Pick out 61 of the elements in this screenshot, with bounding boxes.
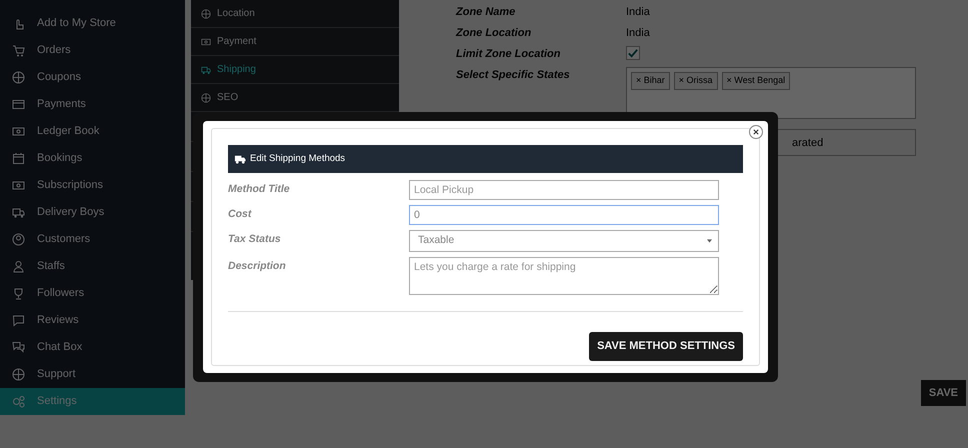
field-label: Zone Name [456,5,516,20]
caret-icon [707,239,712,243]
field-label: Select Specific States [456,68,571,83]
save-button[interactable]: SAVE [920,380,966,406]
settings-menu-item[interactable]: Location [191,0,399,28]
truck-icon [201,64,211,74]
globe-icon [12,368,25,381]
calendar-icon [12,152,25,165]
sidebar-item[interactable]: Settings [0,388,185,415]
banknote-icon [12,179,25,192]
field-label: Zone Location [456,26,532,41]
field-value: India [626,5,650,20]
field-value: India [626,26,650,41]
globe-icon [201,92,211,102]
text-field[interactable]: Local Pickup [409,180,719,200]
sidebar-item[interactable]: Support [0,361,185,388]
sidebar-item[interactable]: Reviews [0,307,185,334]
sidebar-item[interactable]: Followers [0,280,185,307]
sidebar-item[interactable]: Staffs [0,253,185,280]
sidebar-item[interactable]: Bookings [0,145,185,172]
truck-icon [234,153,246,165]
select-field[interactable]: Taxable [409,230,719,252]
modal-title: Edit Shipping Methods [250,152,346,166]
banknote-icon [201,36,211,46]
globe-icon [201,8,211,18]
field-label: Description [228,259,287,274]
user-circle-icon [12,233,25,246]
field-label: Method Title [228,182,291,197]
settings-menu-item[interactable]: Shipping [191,56,399,84]
settings-menu-item[interactable]: Payment [191,28,399,56]
user-icon [12,260,25,273]
truck-icon [12,206,25,219]
speech-bubble-icon [12,314,25,327]
field-label: Tax Status [228,232,282,247]
state-tag[interactable]: × West Bengal [722,72,790,90]
check-icon [627,47,639,59]
checkbox[interactable] [626,46,640,60]
field-label: Cost [228,207,253,222]
sidebar-item[interactable]: Subscriptions [0,172,185,199]
sidebar-item[interactable]: Coupons [0,64,185,91]
globe-icon [12,71,25,84]
close-icon [752,128,760,136]
sidebar-item[interactable]: Chat Box [0,334,185,361]
banknote-icon [12,125,25,138]
save-method-settings-button[interactable]: SAVE METHOD SETTINGS [589,332,743,360]
number-field[interactable]: 0 [409,205,719,225]
card-icon [12,98,25,111]
cart-icon [12,44,25,57]
sidebar-item[interactable]: Add to My Store [0,10,185,37]
states-select[interactable]: × Bihar × Orissa × West Bengal [626,67,916,119]
close-button[interactable] [749,125,763,139]
sidebar-item[interactable]: Payments [0,91,185,118]
state-tag[interactable]: × Bihar [631,72,670,90]
description-field[interactable]: Lets you charge a rate for shipping [409,257,719,295]
sidebar-item[interactable]: Ledger Book [0,118,185,145]
sidebar-item[interactable]: Orders [0,37,185,64]
sidebar-item[interactable]: Delivery Boys [0,199,185,226]
field-label: Limit Zone Location [456,47,562,62]
sidebar-item[interactable]: Customers [0,226,185,253]
chat-icon [12,341,25,354]
state-tag[interactable]: × Orissa [674,72,718,90]
